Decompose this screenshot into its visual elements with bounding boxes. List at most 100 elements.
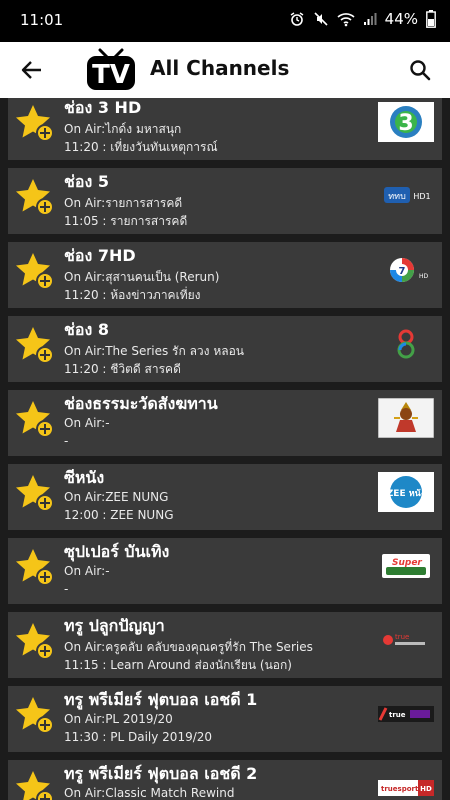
add-favorite-star-icon[interactable] [12,546,58,592]
alarm-icon [290,12,304,26]
truesports-hd-logo-icon: truesportsHD [378,780,434,796]
channel-list[interactable]: ช่อง 3 HD On Air:ไกด์ง มหาสนุก 11:20 : เ… [0,98,450,800]
add-favorite-star-icon[interactable] [12,768,58,800]
channel-name: ช่องธรรมะวัดสังฆทาน [64,394,218,413]
on-air-program: PL 2019/20 [105,712,173,726]
on-air-label: On Air: [64,122,106,136]
on-air-program: ไกด์ง มหาสนุก [105,122,182,136]
channel-name: ทรู พรีเมียร์ ฟุตบอล เอชดี 2 [64,764,258,783]
svg-text:HD1: HD1 [413,192,430,201]
on-air-program: Classic Match Rewind [105,786,235,800]
channel-name: ซีหนัง [64,468,105,487]
channel-row[interactable]: ทรู ปลูกปัญญา On Air:ครูคลับ คลับของคุณค… [8,612,442,678]
svg-text:truesports: truesports [381,785,422,793]
on-air-program: - [105,564,110,578]
mute-icon [314,12,328,26]
svg-text:true: true [389,711,406,719]
add-favorite-star-icon[interactable] [12,250,58,296]
tv-logo-icon: TV [87,48,135,90]
page-title: All Channels [150,56,290,80]
svg-text:Super: Super [392,558,422,568]
on-air-line: On Air:สุสานคนเป็น (Rerun) [64,268,219,287]
on-air-line: On Air:- [64,416,110,430]
on-air-label: On Air: [64,416,106,430]
status-time: 11:01 [20,11,64,29]
channel-row[interactable]: ช่อง 5 On Air:รายการสารคดี 11:05 : รายกา… [8,168,442,234]
true-plookpanya-logo-icon: true [383,633,425,645]
signal-icon [363,13,377,25]
svg-text:8: 8 [406,360,407,362]
channel-5-logo-icon: ททบ HD1 [384,187,431,203]
on-air-line: On Air:ไกด์ง มหาสนุก [64,120,181,139]
on-air-line: On Air:- [64,564,110,578]
schedule-line: 11:20 : ชีวิตดี สารคดี [64,362,181,376]
schedule-line: 11:05 : รายการสารคดี [64,214,188,228]
channel-8-logo-icon: 8 [397,329,415,362]
channel-3-logo-icon: 3 [378,102,434,142]
tv-logo-text: TV [92,60,130,90]
on-air-program: ครูคลับ คลับของคุณครูที่รัก The Series [105,640,313,654]
on-air-line: On Air:PL 2019/20 [64,712,173,726]
on-air-line: On Air:Classic Match Rewind [64,786,235,800]
on-air-label: On Air: [64,270,106,284]
svg-text:true: true [395,633,409,641]
svg-text:3: 3 [398,111,413,136]
schedule-line: - [64,434,69,448]
true-premier-football-logo-icon: true [378,706,434,722]
schedule-line: 11:15 : Learn Around ส่องนักเรียน (นอก) [64,658,292,672]
back-button[interactable] [16,54,48,86]
channel-row[interactable]: ซุปเปอร์ บันเทิง On Air:- - Super [8,538,442,604]
svg-text:HD: HD [420,785,432,793]
add-favorite-star-icon[interactable] [12,102,58,148]
status-bar: 11:01 44% [0,0,450,42]
channel-logo: Super [378,546,434,586]
on-air-label: On Air: [64,490,106,504]
channel-7-logo-icon: 7 HD [390,258,429,282]
channel-logo [378,398,434,438]
schedule-line: 11:20 : เที่ยงวันทันเหตุการณ์ [64,140,218,154]
channel-logo: truesports HD [378,768,434,800]
on-air-line: On Air:รายการสารคดี [64,194,182,213]
channel-logo: ZEE หนัง [378,472,434,512]
channel-row[interactable]: ซีหนัง On Air:ZEE NUNG 12:00 : ZEE NUNG … [8,464,442,530]
channel-row[interactable]: ช่องธรรมะวัดสังฆทาน On Air:- - [8,390,442,456]
search-button[interactable] [404,54,436,86]
channel-name: ทรู ปลูกปัญญา [64,616,165,635]
on-air-label: On Air: [64,564,106,578]
arrow-left-icon [21,61,41,79]
channel-row[interactable]: ทรู พรีเมียร์ ฟุตบอล เอชดี 2 On Air:Clas… [8,760,442,800]
add-favorite-star-icon[interactable] [12,176,58,222]
schedule-line: 11:20 : ห้องข่าวภาคเที่ยง [64,288,201,302]
channel-name: ซุปเปอร์ บันเทิง [64,542,170,561]
channel-logo: 7 HD [378,250,434,290]
on-air-line: On Air:ครูคลับ คลับของคุณครูที่รัก The S… [64,638,313,657]
add-favorite-star-icon[interactable] [12,620,58,666]
add-favorite-star-icon[interactable] [12,694,58,740]
channel-logo: 8 [378,324,434,364]
on-air-program: ZEE NUNG [105,490,169,504]
svg-text:HD: HD [419,273,429,280]
on-air-label: On Air: [64,786,106,800]
add-favorite-star-icon[interactable] [12,324,58,370]
on-air-program: - [105,416,110,430]
channel-name: ทรู พรีเมียร์ ฟุตบอล เอชดี 1 [64,690,258,709]
channel-name: ช่อง 3 HD [64,98,142,117]
schedule-line: - [64,582,69,596]
on-air-line: On Air:ZEE NUNG [64,490,168,504]
svg-text:7: 7 [399,266,406,277]
channel-logo: true [378,694,434,734]
on-air-label: On Air: [64,640,106,654]
channel-logo: true [378,620,434,660]
channel-row[interactable]: ทรู พรีเมียร์ ฟุตบอล เอชดี 1 On Air:PL 2… [8,686,442,752]
add-favorite-star-icon[interactable] [12,472,58,518]
channel-row[interactable]: ช่อง 8 On Air:The Series รัก ลวง หลอน 11… [8,316,442,382]
battery-icon [426,10,436,28]
add-favorite-star-icon[interactable] [12,398,58,444]
channel-row[interactable]: ช่อง 3 HD On Air:ไกด์ง มหาสนุก 11:20 : เ… [8,98,442,160]
temple-channel-logo-icon [378,398,434,438]
on-air-program: รายการสารคดี [105,196,183,210]
battery-percent: 44% [384,10,418,28]
channel-row[interactable]: ช่อง 7HD On Air:สุสานคนเป็น (Rerun) 11:2… [8,242,442,308]
search-icon [410,60,431,81]
status-icons: 44% [289,10,436,28]
